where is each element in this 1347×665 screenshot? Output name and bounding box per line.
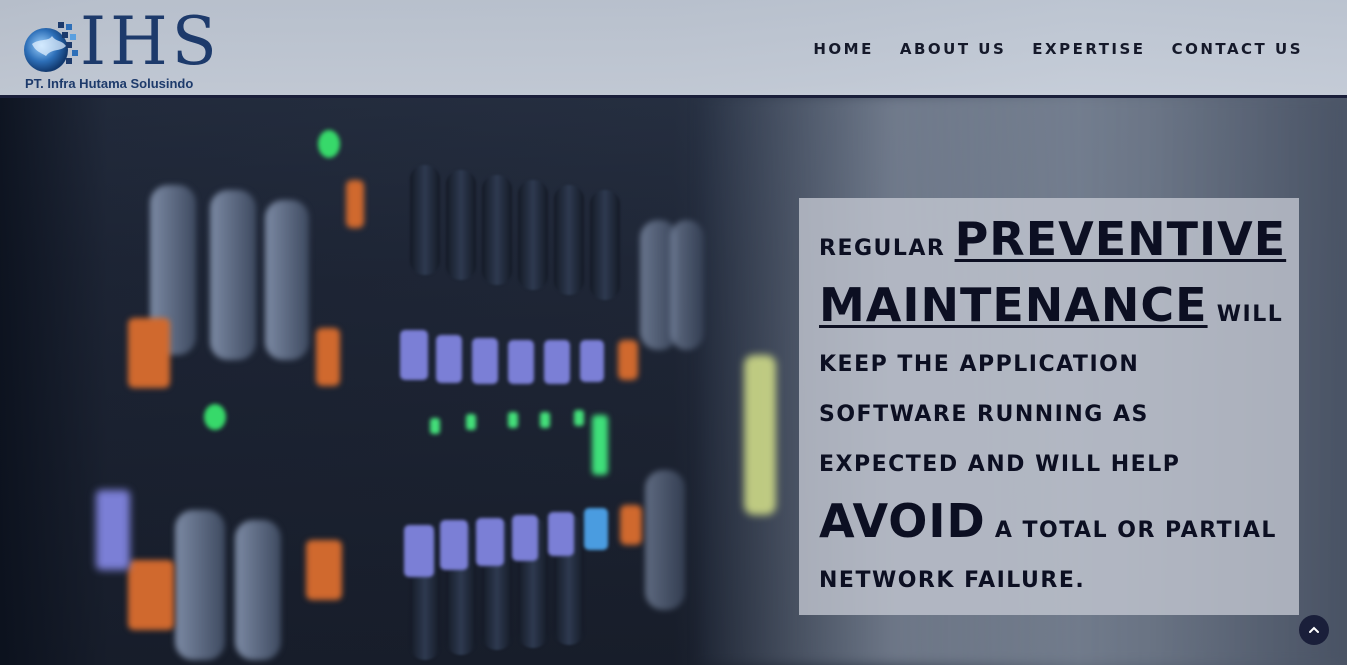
green-led (466, 414, 476, 430)
hero-emphasis-preventive: PREVENTIVE (954, 212, 1287, 266)
hero-line-5: EXPECTED AND WILL HELP (819, 452, 1181, 477)
rack-handle (175, 510, 225, 660)
drive-slot (410, 165, 440, 275)
rack-handle (670, 220, 704, 350)
logo-letters: IHS (80, 3, 221, 80)
main-nav: HOME ABOUT US EXPERTISE CONTACT US (813, 40, 1303, 58)
purple-tab (400, 330, 428, 380)
hero-message: REGULAR PREVENTIVE MAINTENANCE WILL KEEP… (819, 214, 1287, 606)
hero-line-1-prefix: REGULAR (819, 236, 946, 261)
rack-handle (235, 520, 281, 660)
company-logo[interactable]: IHS PT. Infra Hutama Solusindo (22, 3, 222, 92)
orange-tab (128, 560, 174, 630)
hero-line-2-suffix: WILL (1216, 302, 1284, 327)
green-led (540, 412, 550, 428)
site-header: IHS PT. Infra Hutama Solusindo HOME ABOU… (0, 0, 1347, 98)
rack-handle (210, 190, 256, 360)
yellow-light (744, 355, 776, 515)
purple-tab (580, 340, 604, 382)
purple-tab (476, 518, 504, 566)
orange-tab (128, 318, 170, 388)
hero-emphasis-maintenance: MAINTENANCE (819, 278, 1208, 332)
page: IHS PT. Infra Hutama Solusindo HOME ABOU… (0, 0, 1347, 665)
orange-tab (618, 340, 638, 380)
scroll-to-top-button[interactable] (1299, 615, 1329, 645)
drive-slot (446, 170, 476, 280)
hero-line-6: AVOID A TOTAL OR PARTIAL (819, 496, 1287, 556)
purple-tab (544, 340, 570, 384)
hero-line-6-suffix: A TOTAL OR PARTIAL (994, 518, 1277, 543)
purple-tab (436, 335, 462, 383)
drive-slot (554, 185, 584, 295)
purple-tab (472, 338, 498, 384)
globe-icon (24, 22, 78, 72)
drive-slot (590, 190, 620, 300)
purple-tab (440, 520, 468, 570)
green-led (574, 410, 584, 426)
nav-contact-us[interactable]: CONTACT US (1172, 40, 1303, 58)
purple-tab (404, 525, 434, 577)
hero-text-card: REGULAR PREVENTIVE MAINTENANCE WILL KEEP… (799, 198, 1299, 615)
purple-tab (96, 490, 130, 570)
hero-line-1: REGULAR PREVENTIVE (819, 214, 1287, 274)
hero-line-7: NETWORK FAILURE. (819, 568, 1086, 593)
green-led (204, 404, 226, 430)
green-led (318, 130, 340, 158)
green-led (592, 415, 608, 475)
purple-tab (548, 512, 574, 556)
hero-emphasis-avoid: AVOID (819, 494, 986, 548)
logo-tagline: PT. Infra Hutama Solusindo (25, 76, 194, 91)
green-led (508, 412, 518, 428)
blue-tab (584, 508, 608, 550)
rack-handle (645, 470, 685, 610)
orange-tab (316, 328, 340, 386)
orange-tab (306, 540, 342, 600)
nav-about-us[interactable]: ABOUT US (900, 40, 1006, 58)
hero-line-4: SOFTWARE RUNNING AS (819, 402, 1149, 427)
orange-tab (620, 505, 642, 545)
hero-line-2: MAINTENANCE WILL (819, 280, 1287, 340)
nav-expertise[interactable]: EXPERTISE (1032, 40, 1145, 58)
purple-tab (508, 340, 534, 384)
hero-line-3: KEEP THE APPLICATION (819, 352, 1140, 377)
drive-slot (482, 175, 512, 285)
rack-handle (265, 200, 309, 360)
chevron-up-icon (1309, 626, 1319, 633)
purple-tab (512, 515, 538, 561)
nav-home[interactable]: HOME (813, 40, 873, 58)
orange-tab (346, 180, 364, 228)
green-led (430, 418, 440, 434)
drive-slot (518, 180, 548, 290)
